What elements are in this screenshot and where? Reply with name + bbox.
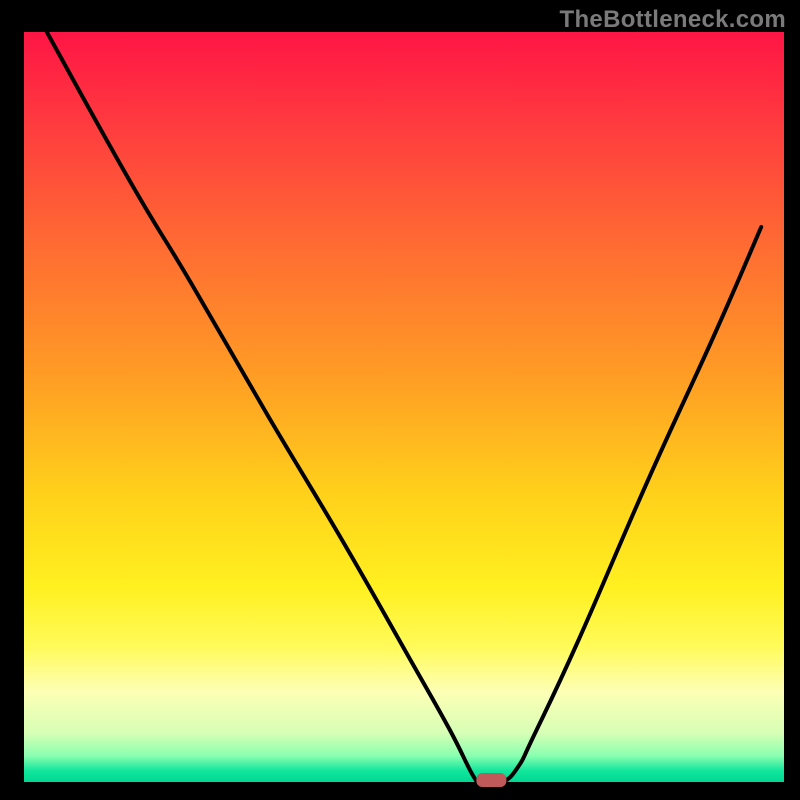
gradient-background: [24, 32, 784, 782]
bottleneck-chart: [0, 0, 800, 800]
optimal-marker: [476, 773, 506, 787]
chart-container: TheBottleneck.com: [0, 0, 800, 800]
watermark-text: TheBottleneck.com: [560, 6, 786, 34]
